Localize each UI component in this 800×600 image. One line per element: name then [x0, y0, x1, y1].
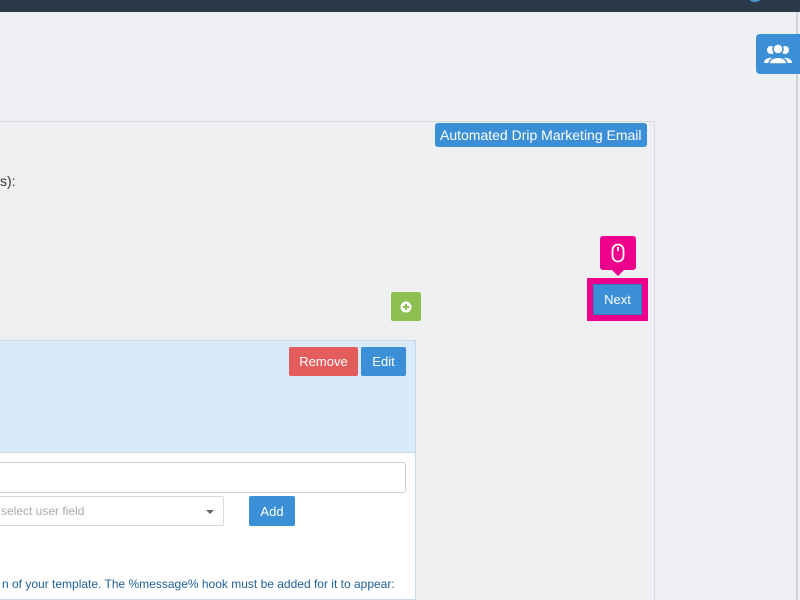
edit-button[interactable]: Edit	[361, 347, 406, 376]
plus-circle-icon	[400, 301, 412, 312]
click-indicator	[600, 236, 636, 276]
card-header: Remove Edit	[0, 341, 415, 453]
select-placeholder: select user field	[1, 504, 85, 518]
next-button[interactable]: Next	[593, 284, 642, 315]
users-icon	[764, 43, 792, 65]
user-field-select[interactable]: select user field	[0, 496, 224, 526]
add-field-button[interactable]: Add	[249, 496, 295, 526]
mouse-icon	[611, 243, 625, 263]
remove-button[interactable]: Remove	[289, 347, 358, 376]
campaign-type-badge: Automated Drip Marketing Email	[435, 123, 647, 147]
template-hint: n of your template. The %message% hook m…	[2, 577, 395, 591]
email-step-card: Remove Edit select user field Add n of y…	[0, 340, 416, 600]
scrollbar[interactable]	[796, 12, 798, 600]
top-navbar	[0, 0, 800, 12]
subject-input[interactable]	[0, 462, 406, 493]
chevron-down-icon	[206, 510, 214, 514]
field-label: s):	[0, 173, 16, 189]
users-button[interactable]	[756, 34, 800, 74]
avatar[interactable]	[746, 0, 764, 2]
add-item-button[interactable]	[391, 292, 421, 321]
